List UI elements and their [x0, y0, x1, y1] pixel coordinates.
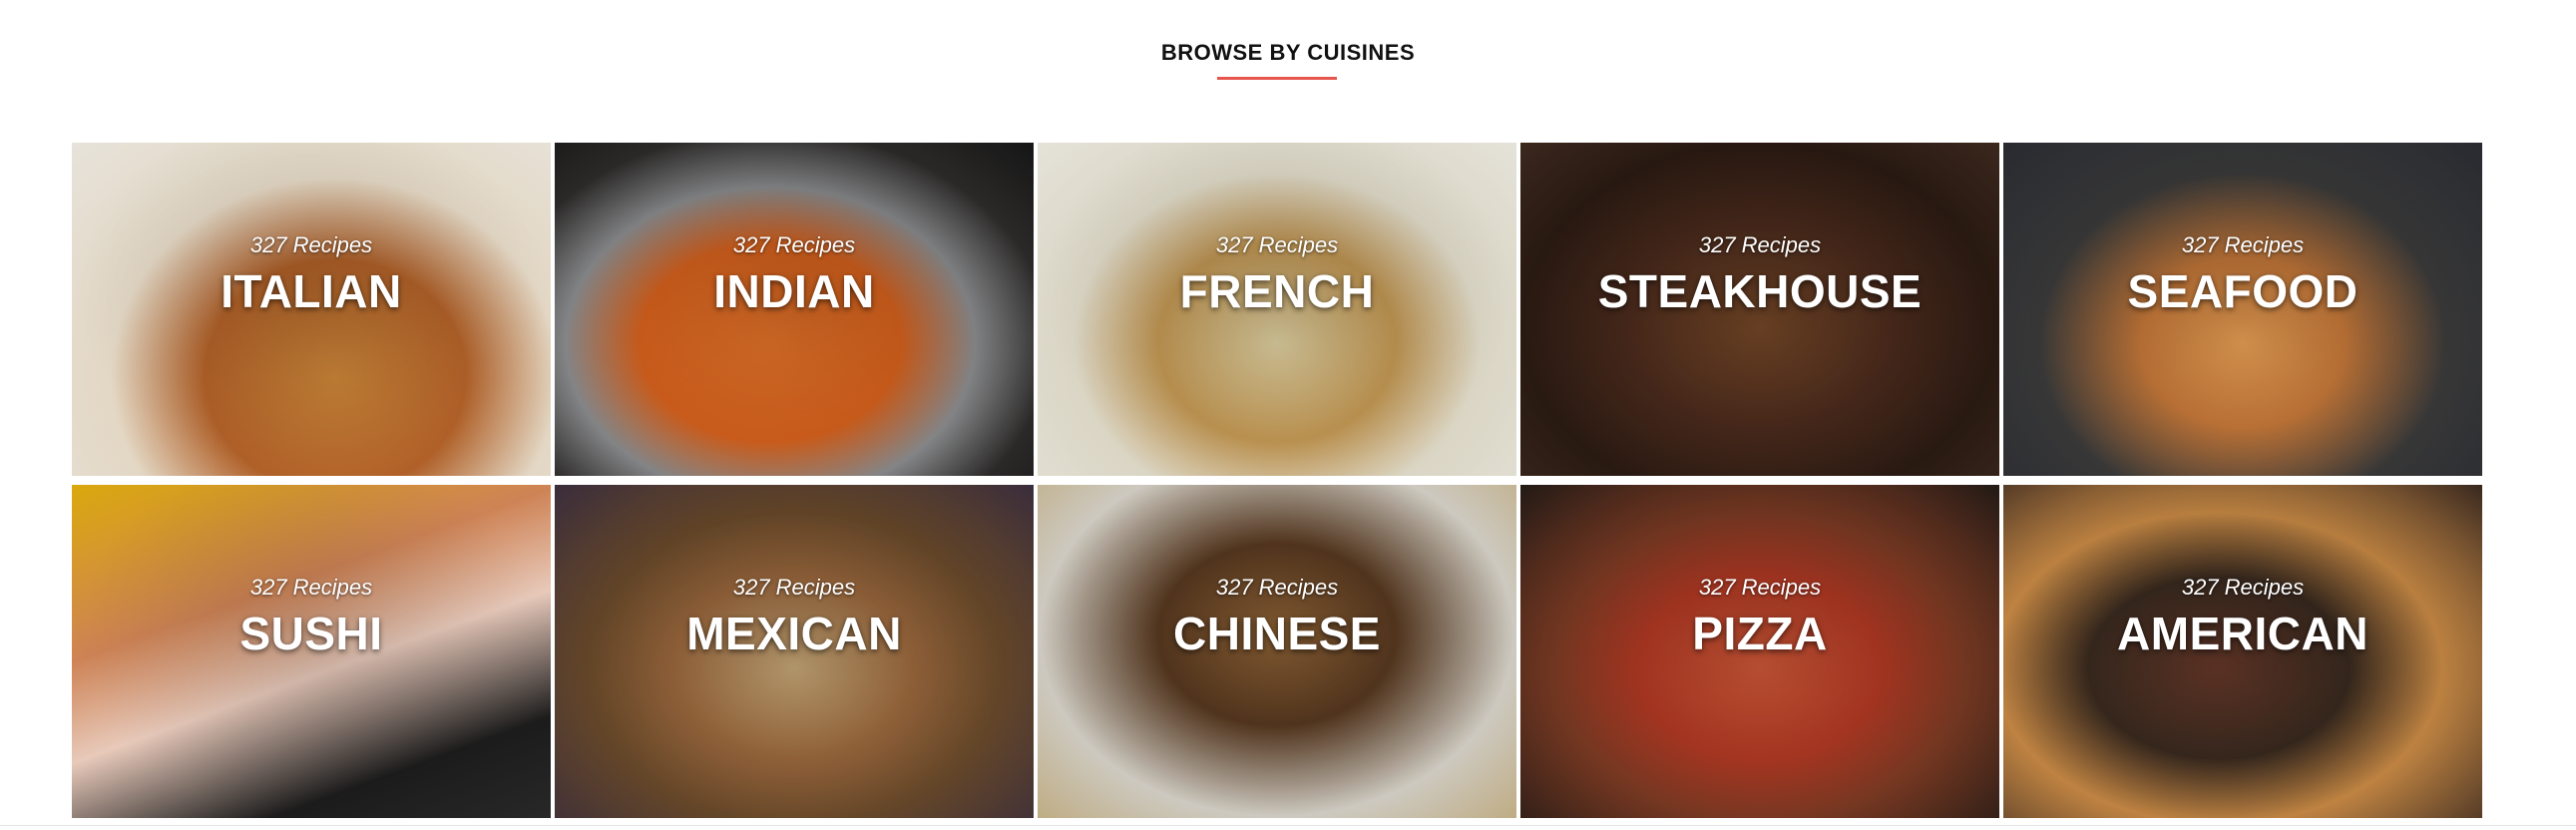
cuisine-tile-steakhouse[interactable]: 327 Recipes STEAKHOUSE	[1520, 143, 1999, 476]
cuisine-tile-italian[interactable]: 327 Recipes ITALIAN	[72, 143, 551, 476]
title-underline	[1217, 77, 1337, 80]
cuisine-tile-french[interactable]: 327 Recipes FRENCH	[1038, 143, 1516, 476]
cuisine-recipe-count: 327 Recipes	[249, 575, 373, 600]
cuisine-name: ITALIAN	[220, 265, 402, 317]
cuisine-name: SEAFOOD	[2127, 265, 2359, 317]
section-title: BROWSE BY CUISINES	[1160, 40, 1416, 65]
cuisine-recipe-count: 327 Recipes	[249, 232, 373, 257]
cuisine-recipe-count: 327 Recipes	[1215, 232, 1339, 257]
cuisine-tile-sushi[interactable]: 327 Recipes SUSHI	[72, 485, 551, 818]
cuisine-recipe-count: 327 Recipes	[732, 232, 856, 257]
cuisine-name: FRENCH	[1179, 265, 1375, 317]
cuisine-recipe-count: 327 Recipes	[732, 575, 856, 600]
cuisine-name: AMERICAN	[2117, 608, 2368, 659]
cuisine-recipe-count: 327 Recipes	[1698, 575, 1822, 600]
cuisine-recipe-count: 327 Recipes	[2181, 232, 2305, 257]
cuisine-tile-chinese[interactable]: 327 Recipes CHINESE	[1038, 485, 1516, 818]
cuisine-tile-mexican[interactable]: 327 Recipes MEXICAN	[555, 485, 1034, 818]
cuisine-name: SUSHI	[239, 608, 383, 659]
cuisine-name: PIZZA	[1692, 608, 1828, 659]
cuisine-name: STEAKHOUSE	[1597, 265, 1923, 317]
cuisine-name: CHINESE	[1173, 608, 1381, 659]
cuisine-recipe-count: 327 Recipes	[2181, 575, 2305, 600]
cuisine-tile-pizza[interactable]: 327 Recipes PIZZA	[1520, 485, 1999, 818]
cuisine-name: INDIAN	[713, 265, 875, 317]
cuisine-name: MEXICAN	[686, 608, 902, 659]
cuisine-grid: 327 Recipes ITALIAN 327 Recipes INDIAN 3…	[72, 143, 2482, 818]
cuisine-tile-indian[interactable]: 327 Recipes INDIAN	[555, 143, 1034, 476]
cuisine-tile-american[interactable]: 327 Recipes AMERICAN	[2003, 485, 2482, 818]
bottom-divider	[0, 825, 2576, 826]
cuisine-tile-seafood[interactable]: 327 Recipes SEAFOOD	[2003, 143, 2482, 476]
cuisine-recipe-count: 327 Recipes	[1698, 232, 1822, 257]
cuisine-recipe-count: 327 Recipes	[1215, 575, 1339, 600]
